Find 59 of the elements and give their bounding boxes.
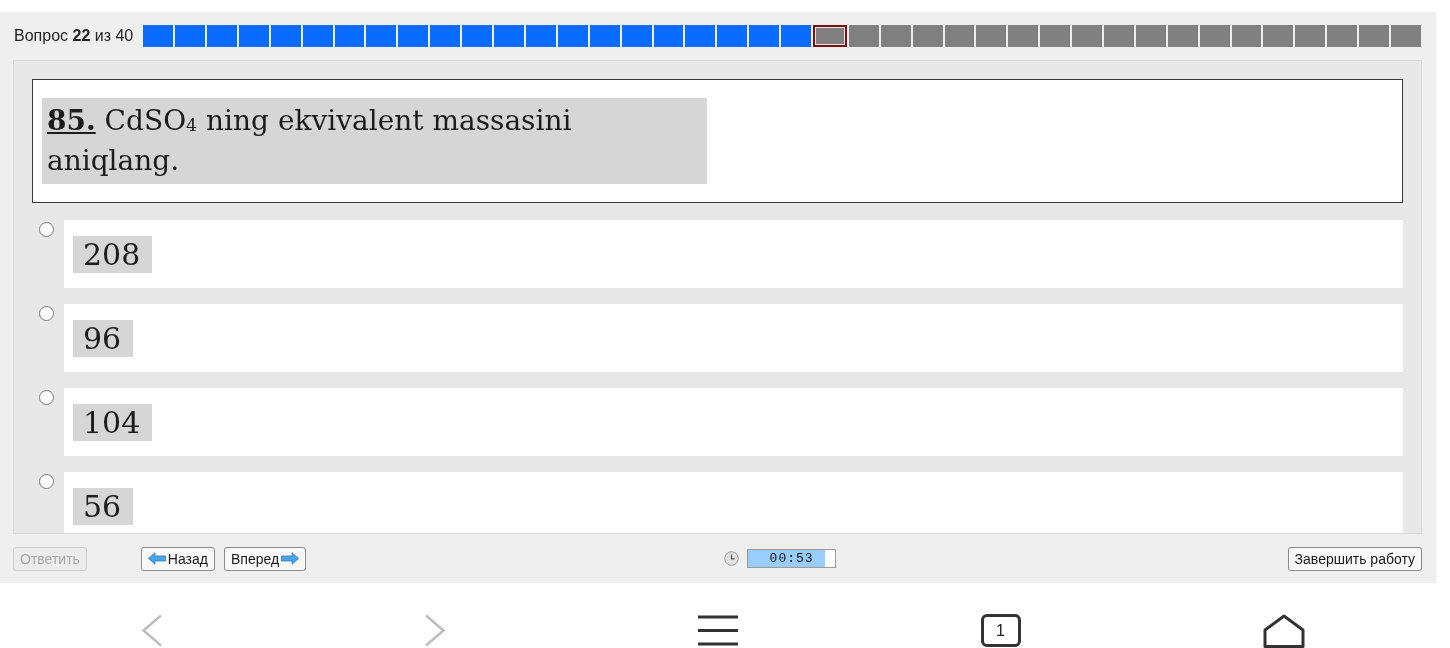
question-tile[interactable] — [525, 25, 556, 47]
answer-text: 208 — [73, 236, 153, 273]
question-tile[interactable] — [143, 25, 174, 47]
question-tile[interactable] — [653, 25, 684, 47]
question-tile[interactable] — [976, 25, 1007, 47]
question-tile[interactable] — [944, 25, 975, 47]
question-tile[interactable] — [207, 25, 237, 47]
question-tile[interactable] — [494, 25, 524, 47]
question-tile[interactable] — [1327, 25, 1358, 47]
home-icon[interactable] — [1262, 614, 1305, 648]
question-tile[interactable] — [398, 25, 429, 47]
question-tile[interactable] — [462, 25, 493, 47]
question-tile[interactable] — [589, 25, 620, 47]
question-tile[interactable] — [1040, 25, 1071, 47]
question-tile[interactable] — [1008, 25, 1039, 47]
question-tile[interactable] — [717, 25, 748, 47]
question-tile[interactable] — [270, 25, 301, 47]
radio-button[interactable] — [39, 474, 54, 489]
answer-text: 96 — [73, 320, 134, 357]
question-tile[interactable] — [781, 25, 811, 47]
question-tile[interactable] — [175, 25, 206, 47]
question-tile[interactable] — [334, 25, 365, 47]
question-tile[interactable] — [238, 25, 269, 47]
arrow-right-icon — [281, 552, 300, 565]
question-tile[interactable] — [1359, 25, 1389, 47]
back-button[interactable]: Назад — [140, 546, 215, 571]
question-tile[interactable] — [302, 25, 333, 47]
question-counter: Вопрос 22 из 40 — [14, 27, 134, 45]
question-tile[interactable] — [1391, 25, 1421, 47]
radio-button[interactable] — [39, 222, 54, 237]
question-tile[interactable] — [1295, 25, 1326, 47]
question-tile[interactable] — [749, 25, 780, 47]
menu-icon[interactable] — [697, 614, 738, 646]
question-tile[interactable] — [1263, 25, 1294, 47]
question-tile[interactable] — [880, 25, 911, 47]
answer-text: 104 — [73, 404, 153, 441]
forward-button[interactable]: Вперед — [223, 546, 307, 571]
radio-button[interactable] — [39, 390, 54, 405]
question-tile[interactable] — [1199, 25, 1230, 47]
answer-text: 56 — [73, 488, 134, 525]
question-tile[interactable] — [1231, 25, 1262, 47]
question-tile[interactable] — [848, 25, 879, 47]
question-tile[interactable] — [1167, 25, 1198, 47]
timer-text: 00:53 — [769, 550, 814, 567]
question-tile[interactable] — [621, 25, 652, 47]
question-tile[interactable] — [812, 25, 847, 47]
question-tile[interactable] — [912, 25, 943, 47]
question-tile[interactable] — [430, 25, 461, 47]
question-tile[interactable] — [685, 25, 716, 47]
clock-icon — [724, 551, 740, 566]
question-tile[interactable] — [1103, 25, 1134, 47]
radio-button[interactable] — [39, 306, 54, 321]
arrow-left-icon — [147, 552, 166, 565]
question-tile[interactable] — [366, 25, 397, 47]
finish-button[interactable]: Завершить работу — [1287, 546, 1422, 571]
question-tile[interactable] — [1072, 25, 1102, 47]
question-tile[interactable] — [1135, 25, 1166, 47]
question-tile[interactable] — [557, 25, 588, 47]
tabs-button[interactable]: 1 — [980, 614, 1021, 647]
